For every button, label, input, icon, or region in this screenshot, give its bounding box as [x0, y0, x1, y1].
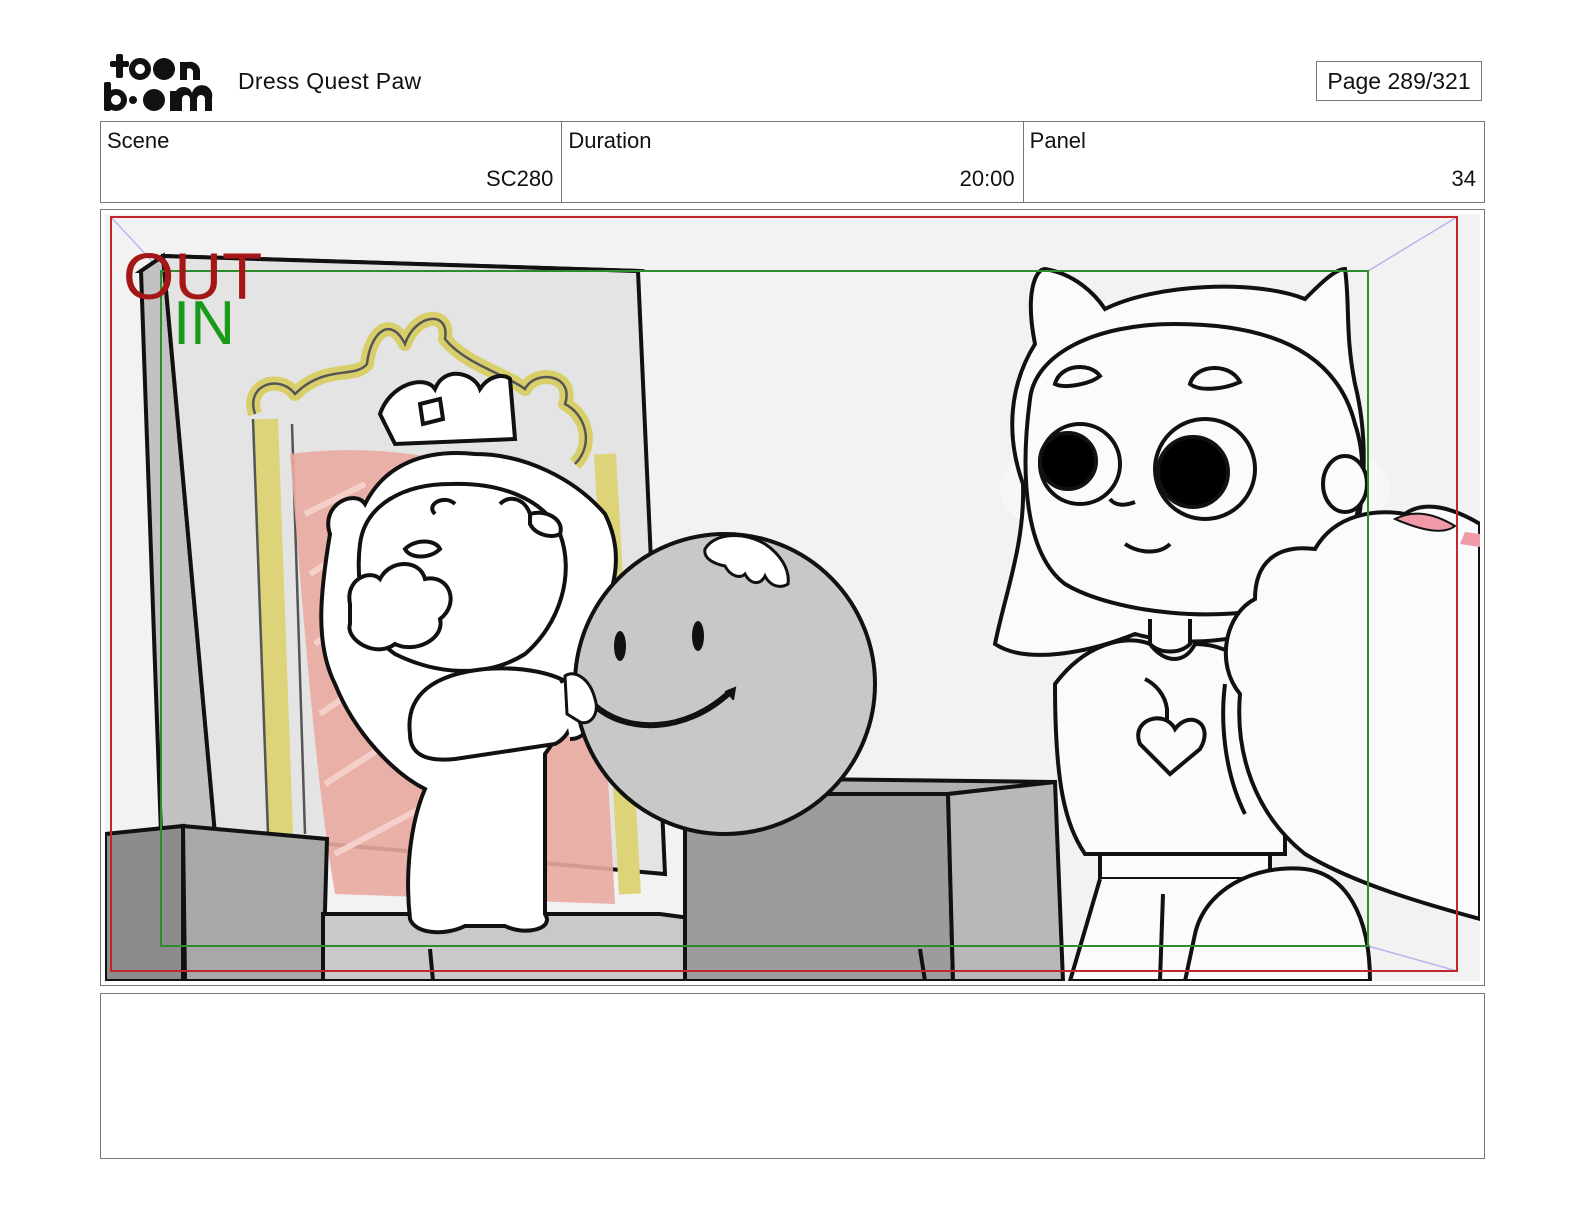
duration-label: Duration: [568, 128, 652, 153]
in-frame-label: IN: [173, 289, 235, 358]
scene-cell: Scene SC280: [101, 122, 563, 202]
page-number: Page 289/321: [1316, 61, 1482, 101]
duration-value: 20:00: [959, 166, 1015, 191]
panel-notes-box: [100, 993, 1485, 1159]
toonboom-logo: toonboom: [104, 54, 213, 111]
panel-value: 34: [1451, 166, 1476, 191]
project-title: Dress Quest Paw: [238, 68, 422, 94]
panel-label: Panel: [1029, 128, 1086, 153]
storyboard-panel: OUT IN: [100, 209, 1485, 986]
duration-cell: Duration 20:00: [562, 122, 1024, 202]
panel-cell: Panel 34: [1024, 122, 1484, 202]
scene-value: SC280: [486, 166, 554, 191]
scene-label: Scene: [107, 128, 170, 153]
panel-drawing: OUT IN: [105, 214, 1480, 981]
panel-info-table: Scene SC280 Duration 20:00 Panel 34: [100, 121, 1485, 203]
